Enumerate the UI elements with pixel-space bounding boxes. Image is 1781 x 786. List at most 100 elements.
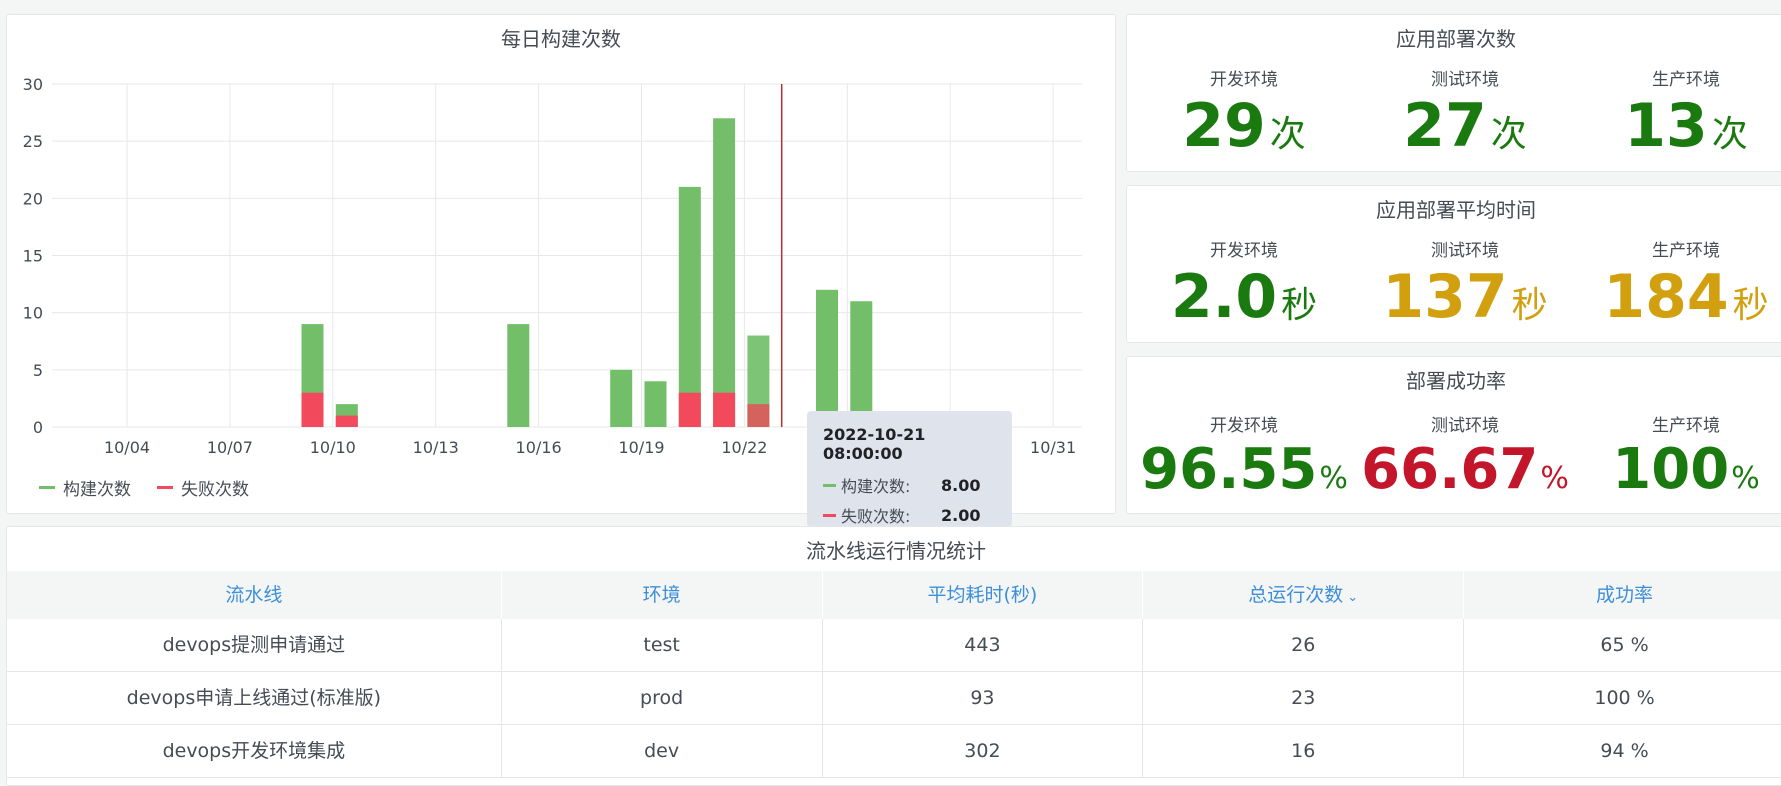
stat-value: 27 次 (1355, 96, 1575, 156)
legend-item-failures[interactable]: 失败次数 (157, 475, 249, 500)
y-tick-label: 10 (23, 304, 43, 323)
stat-label: 生产环境 (1652, 70, 1720, 90)
bar-builds (850, 301, 873, 427)
stat-unit: 次 (1269, 114, 1306, 155)
stat-label: 开发环境 (1210, 416, 1278, 436)
chevron-down-icon: ⌄ (1347, 590, 1359, 605)
deploy-rate-test: 测试环境 66.67% (1355, 411, 1575, 498)
stat-unit: % (1540, 461, 1569, 496)
legend-item-builds[interactable]: 构建次数 (39, 475, 131, 500)
column-header-pipeline[interactable]: 流水线 (7, 571, 502, 619)
column-header-success-rate[interactable]: 成功率 (1464, 571, 1781, 619)
y-tick-label: 20 (23, 189, 43, 208)
chart-tooltip: 2022-10-21 08:00:00 构建次数: 8.00 失败次数: 2.0… (807, 411, 1012, 527)
bar-builds (816, 289, 838, 427)
daily-build-chart-panel: 每日构建次数 0 5 10 15 20 25 30 10/04 10/07 10/10 10/13 1… (6, 14, 1116, 527)
deploy-count-prod: 生产环境 13 次 (1576, 65, 1781, 156)
stat-label: 测试环境 (1431, 416, 1499, 436)
column-header-total-runs-label: 总运行次数 (1248, 584, 1344, 606)
tooltip-swatch-failures (823, 513, 836, 517)
stat-value: 13 次 (1576, 96, 1781, 156)
cell-pipeline: devops申请上线通过(标准版) (7, 672, 502, 724)
bar-failures (747, 404, 770, 427)
x-tick-label: 10/04 (104, 438, 150, 457)
deploy-rate-title: 部署成功率 (1406, 369, 1506, 393)
deploy-count-test: 测试环境 27 次 (1355, 65, 1575, 156)
stat-unit: 次 (1711, 114, 1748, 155)
stat-unit: 秒 (1511, 285, 1548, 326)
stat-value: 137 秒 (1355, 267, 1575, 327)
y-tick-label: 30 (23, 75, 43, 94)
deploy-avg-time-panel: 应用部署平均时间 开发环境 2.0 秒 测试环境 137 秒 生产环境 184 秒 (1126, 185, 1781, 343)
deploy-time-test: 测试环境 137 秒 (1355, 236, 1575, 327)
column-header-environment[interactable]: 环境 (502, 571, 823, 619)
deploy-count-panel: 应用部署次数 开发环境 29 次 测试环境 27 次 生产环境 13 次 (1126, 14, 1781, 172)
bar-builds (678, 186, 701, 427)
stat-number: 66.67 (1361, 437, 1539, 502)
cell-avg-duration: 93 (823, 672, 1144, 724)
stat-label: 生产环境 (1652, 416, 1720, 436)
stat-label: 生产环境 (1652, 241, 1720, 261)
y-tick-label: 0 (33, 418, 43, 437)
cell-total-runs: 16 (1143, 725, 1465, 777)
cell-avg-duration: 302 (823, 725, 1144, 777)
deploy-time-dev: 开发环境 2.0 秒 (1134, 236, 1354, 327)
bar-builds (507, 324, 530, 427)
cell-success-rate: 94 % (1600, 740, 1649, 762)
x-tick-label: 10/31 (1030, 438, 1076, 457)
cell-pipeline: devops开发环境集成 (7, 725, 502, 777)
legend-label-builds: 构建次数 (63, 480, 131, 500)
tooltip-label-builds: 构建次数: (841, 477, 911, 496)
stat-value: 2.0 秒 (1134, 267, 1354, 327)
cell-success-rate: 100 % (1594, 687, 1655, 709)
cell-success-rate: 65 % (1600, 634, 1649, 656)
tooltip-swatch-builds (823, 483, 836, 487)
x-tick-label: 10/07 (207, 438, 253, 457)
bar-failures (301, 392, 324, 427)
cell-environment: prod (502, 672, 823, 724)
legend-label-failures: 失败次数 (181, 480, 249, 500)
stat-number: 29 (1182, 91, 1266, 161)
deploy-rate-dev: 开发环境 96.55% (1134, 411, 1354, 498)
table-header: 流水线 环境 平均耗时(秒) 总运行次数 ⌄ 成功率 (7, 571, 1781, 619)
table-row[interactable]: devops开发环境集成 dev 302 16 94 % (7, 725, 1781, 778)
stat-label: 测试环境 (1431, 70, 1499, 90)
deploy-time-prod: 生产环境 184 秒 (1576, 236, 1781, 327)
tooltip-value-builds: 8.00 (941, 475, 981, 495)
bar-builds (610, 369, 633, 427)
x-tick-label: 10/10 (310, 438, 356, 457)
stat-value: 96.55% (1134, 442, 1354, 498)
column-header-total-runs[interactable]: 总运行次数 ⌄ (1143, 571, 1465, 619)
stat-number: 96.55 (1140, 437, 1318, 502)
table-row[interactable]: devops提测申请通过 test 443 26 65 % (7, 619, 1781, 672)
cell-avg-duration: 443 (823, 619, 1144, 671)
stat-number: 137 (1382, 262, 1508, 332)
deploy-time-title: 应用部署平均时间 (1376, 198, 1536, 222)
cell-pipeline: devops提测申请通过 (7, 619, 502, 671)
stat-number: 2.0 (1170, 262, 1278, 332)
stat-value: 66.67% (1355, 442, 1575, 498)
cell-environment: dev (502, 725, 823, 777)
legend-swatch-builds (39, 486, 55, 489)
y-tick-label: 5 (33, 361, 43, 380)
tooltip-value-failures: 2.00 (941, 505, 981, 525)
stat-label: 开发环境 (1210, 241, 1278, 261)
bar-builds (644, 381, 667, 427)
bar-failures (335, 415, 358, 427)
x-tick-label: 10/19 (618, 438, 664, 457)
cell-total-runs: 26 (1143, 619, 1465, 671)
tooltip-row-failures: 失败次数: 2.00 (823, 503, 996, 527)
stat-unit: 秒 (1281, 285, 1318, 326)
stat-number: 100 (1612, 437, 1730, 502)
table-row[interactable]: devops申请上线通过(标准版) prod 93 23 100 % (7, 672, 1781, 725)
stat-label: 测试环境 (1431, 241, 1499, 261)
stat-value: 184 秒 (1576, 267, 1781, 327)
column-header-avg-duration[interactable]: 平均耗时(秒) (823, 571, 1144, 619)
tooltip-row-builds: 构建次数: 8.00 (823, 473, 996, 497)
stat-label: 开发环境 (1210, 70, 1278, 90)
stat-value: 29 次 (1134, 96, 1354, 156)
chart-legend: 构建次数 失败次数 (39, 475, 249, 500)
tooltip-time: 2022-10-21 08:00:00 (823, 425, 926, 463)
stat-number: 27 (1403, 91, 1487, 161)
stat-number: 184 (1603, 262, 1729, 332)
